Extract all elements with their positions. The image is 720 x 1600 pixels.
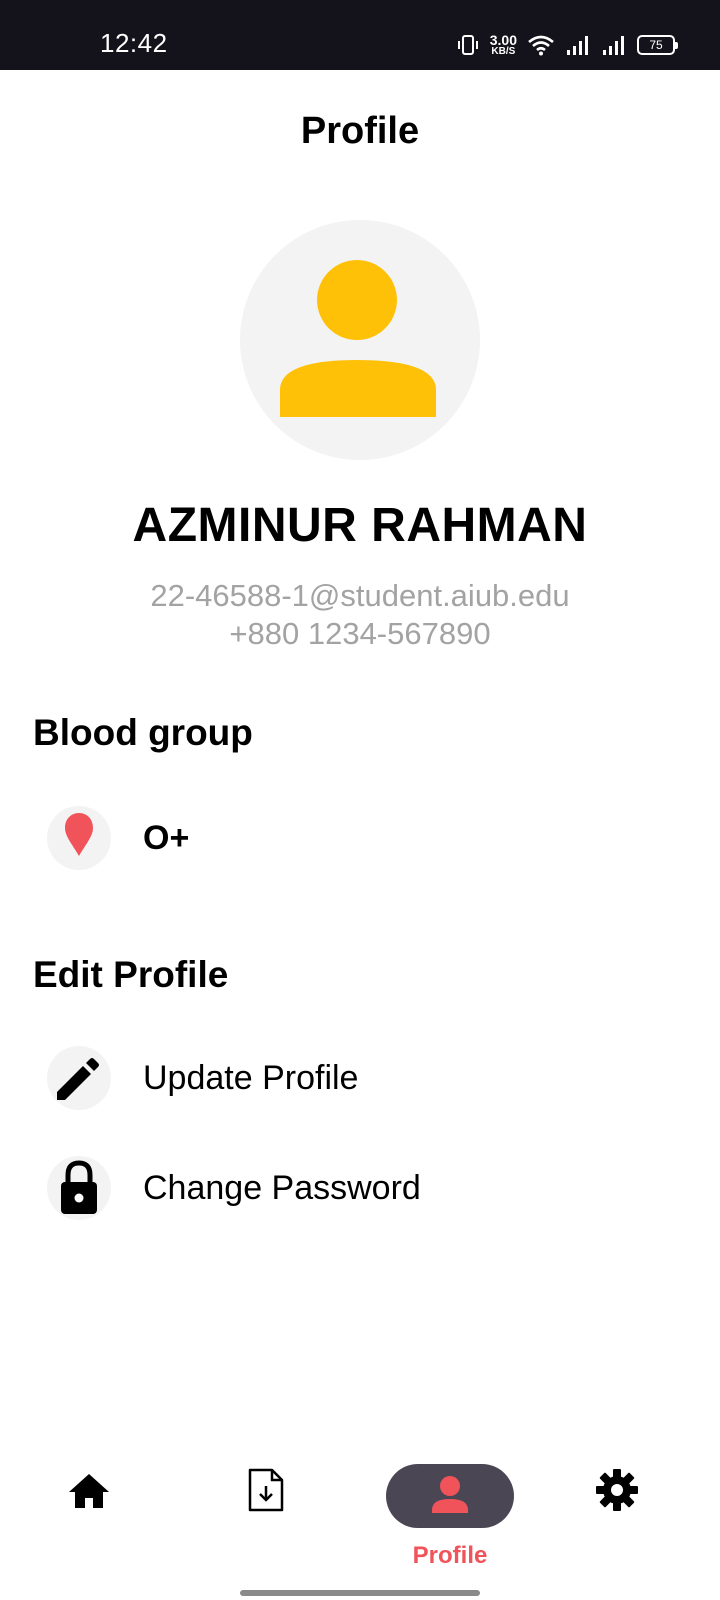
user-name: AZMINUR RAHMAN [132, 499, 588, 552]
lock-icon [47, 1156, 111, 1220]
page-title: Profile [300, 110, 420, 152]
status-bar: 12:42 3.00 KB/S 75 [0, 0, 720, 70]
nav-profile[interactable] [386, 1464, 514, 1528]
blood-group-section-title: Blood group [33, 712, 253, 753]
download-file-icon [248, 1468, 284, 1512]
net-speed-unit: KB/S [491, 46, 516, 57]
pencil-icon [47, 1046, 111, 1110]
signal-icon-2 [601, 34, 627, 56]
nav-profile-label[interactable]: Profile [386, 1542, 514, 1570]
nav-home[interactable] [67, 1470, 111, 1519]
blood-group-value: O+ [143, 818, 190, 857]
update-profile-button[interactable]: Update Profile [47, 1046, 358, 1110]
edit-profile-section-title: Edit Profile [33, 954, 229, 995]
status-time: 12:42 [100, 28, 168, 58]
home-indicator[interactable] [240, 1590, 480, 1596]
gear-icon [596, 1469, 638, 1511]
net-speed-value: 3.00 [489, 32, 517, 48]
change-password-button[interactable]: Change Password [47, 1156, 421, 1220]
nav-downloads[interactable] [246, 1466, 286, 1519]
person-icon [432, 1476, 468, 1513]
nav-settings[interactable] [595, 1468, 639, 1517]
wifi-icon [527, 33, 555, 57]
user-phone: +880 1234-567890 [229, 616, 491, 651]
signal-icon-1 [565, 34, 591, 56]
net-speed: 3.00 KB/S [490, 33, 517, 57]
blood-group-row: O+ [47, 806, 189, 870]
vibrate-icon [456, 33, 480, 57]
avatar[interactable] [240, 220, 480, 460]
person-avatar-icon [280, 260, 436, 417]
blood-drop-icon [47, 806, 111, 870]
bottom-nav: Profile [0, 1440, 720, 1600]
home-icon [69, 1474, 109, 1508]
update-profile-label: Update Profile [143, 1058, 359, 1097]
status-icons: 3.00 KB/S 75 [456, 30, 678, 60]
change-password-label: Change Password [143, 1168, 421, 1207]
battery-icon: 75 [637, 35, 678, 55]
user-email: 22-46588-1@student.aiub.edu [150, 578, 570, 613]
